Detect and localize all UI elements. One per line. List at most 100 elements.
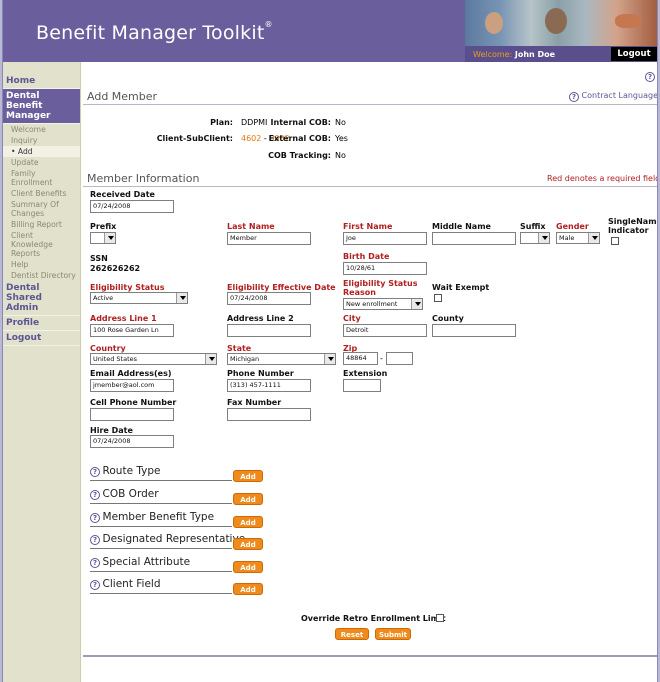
sidebar: Home Dental Benefit Manager Welcome Inqu… bbox=[3, 62, 81, 682]
chevron-down-icon bbox=[324, 354, 335, 364]
address-line-2-input[interactable] bbox=[227, 324, 311, 337]
sidebar-item-logout[interactable]: Logout bbox=[3, 331, 80, 346]
eligibility-effective-date-label: Eligibility Effective Date bbox=[227, 283, 336, 292]
sidebar-subitem-family-enrollment[interactable]: Family Enrollment bbox=[3, 168, 80, 188]
help-icon[interactable]: ? bbox=[90, 467, 100, 477]
fax-number-label: Fax Number bbox=[227, 398, 282, 407]
eligibility-status-select[interactable]: Active bbox=[90, 292, 188, 304]
sidebar-subitem-summary-of-changes[interactable]: Summary Of Changes bbox=[3, 199, 80, 219]
county-input[interactable] bbox=[432, 324, 516, 337]
external-cob-value: Yes bbox=[335, 134, 348, 143]
city-label: City bbox=[343, 314, 361, 323]
birth-date-label: Birth Date bbox=[343, 252, 390, 261]
help-icon[interactable]: ? bbox=[90, 580, 100, 590]
state-select[interactable]: Michigan bbox=[227, 353, 336, 365]
sidebar-subitem-add[interactable]: • Add bbox=[3, 146, 80, 157]
address-line-1-input[interactable]: 100 Rose Garden Ln bbox=[90, 324, 174, 337]
suffix-select[interactable] bbox=[520, 232, 550, 244]
app-header: Benefit Manager Toolkit® Welcome: John D… bbox=[3, 0, 657, 62]
birth-date-input[interactable]: 10/28/61 bbox=[343, 262, 427, 275]
eligibility-status-reason-select[interactable]: New enrollment bbox=[343, 298, 423, 310]
divider bbox=[83, 655, 657, 657]
prefix-select[interactable] bbox=[90, 232, 116, 244]
page-title: Add Member bbox=[87, 90, 158, 103]
special-attribute-section: ? Special Attribute bbox=[90, 556, 190, 568]
chevron-down-icon bbox=[205, 354, 216, 364]
add-client-field-button[interactable]: Add bbox=[233, 583, 263, 595]
prefix-label: Prefix bbox=[90, 222, 117, 231]
received-date-input[interactable]: 07/24/2008 bbox=[90, 200, 174, 213]
submit-button[interactable]: Submit bbox=[375, 628, 411, 640]
app-window: Benefit Manager Toolkit® Welcome: John D… bbox=[2, 0, 658, 682]
last-name-input[interactable]: Member bbox=[227, 232, 311, 245]
override-retro-enrollment-checkbox[interactable] bbox=[436, 614, 444, 622]
internal-cob-label: Internal COB: bbox=[270, 118, 331, 127]
help-icon[interactable]: ? bbox=[90, 513, 100, 523]
contract-language-link[interactable]: ? Contract Language bbox=[569, 91, 657, 102]
zip-input[interactable]: 48864 bbox=[343, 352, 378, 365]
help-icon[interactable]: ? bbox=[90, 490, 100, 500]
user-name: John Doe bbox=[514, 50, 556, 59]
add-special-attribute-button[interactable]: Add bbox=[233, 561, 263, 573]
sidebar-subitem-billing-report[interactable]: Billing Report bbox=[3, 219, 80, 230]
registered-mark: ® bbox=[264, 20, 273, 29]
county-label: County bbox=[432, 314, 464, 323]
middle-name-input[interactable] bbox=[432, 232, 516, 245]
sidebar-subitem-inquiry[interactable]: Inquiry bbox=[3, 135, 80, 146]
address-line-1-label: Address Line 1 bbox=[90, 314, 157, 323]
phone-number-label: Phone Number bbox=[227, 369, 294, 378]
member-info-title: Member Information bbox=[87, 172, 200, 185]
wait-exempt-checkbox[interactable] bbox=[434, 294, 442, 302]
zip-extension-input[interactable] bbox=[386, 352, 413, 365]
logout-button[interactable]: Logout bbox=[611, 47, 657, 61]
city-input[interactable]: Detroit bbox=[343, 324, 427, 337]
sidebar-subitem-client-knowledge-reports[interactable]: Client Knowledge Reports bbox=[3, 230, 80, 259]
sidebar-subitem-help[interactable]: Help bbox=[3, 259, 80, 270]
country-select[interactable]: United States bbox=[90, 353, 217, 365]
reset-button[interactable]: Reset bbox=[335, 628, 369, 640]
email-input[interactable]: jmember@aol.com bbox=[90, 379, 174, 392]
sidebar-subitem-welcome[interactable]: Welcome bbox=[3, 124, 80, 135]
help-icon[interactable]: ? bbox=[90, 535, 100, 545]
add-cob-order-button[interactable]: Add bbox=[233, 493, 263, 505]
required-field-note: Red denotes a required field bbox=[547, 174, 658, 183]
fax-number-input[interactable] bbox=[227, 408, 311, 421]
help-icon[interactable]: ? bbox=[90, 558, 100, 568]
single-name-indicator-checkbox[interactable] bbox=[611, 237, 619, 245]
sidebar-item-dental-shared-admin[interactable]: Dental Shared Admin bbox=[3, 281, 80, 316]
hire-date-input[interactable]: 07/24/2008 bbox=[90, 435, 174, 448]
add-route-type-button[interactable]: Add bbox=[233, 470, 263, 482]
phone-number-input[interactable]: (313) 457-1111 bbox=[227, 379, 311, 392]
chevron-down-icon bbox=[588, 233, 599, 243]
add-designated-representative-button[interactable]: Add bbox=[233, 538, 263, 550]
add-member-benefit-type-button[interactable]: Add bbox=[233, 516, 263, 528]
sidebar-subitem-dentist-directory[interactable]: Dentist Directory bbox=[3, 270, 80, 281]
email-label: Email Address(es) bbox=[90, 369, 172, 378]
cell-phone-input[interactable] bbox=[90, 408, 174, 421]
help-icon[interactable]: ? bbox=[645, 72, 655, 82]
sidebar-subitem-client-benefits[interactable]: Client Benefits bbox=[3, 188, 80, 199]
extension-input[interactable] bbox=[343, 379, 381, 392]
first-name-input[interactable]: Joe bbox=[343, 232, 427, 245]
client-subclient-label: Client-SubClient: bbox=[156, 134, 233, 143]
state-label: State bbox=[227, 344, 252, 353]
route-type-section: ? Route Type bbox=[90, 465, 160, 477]
eligibility-effective-date-input[interactable]: 07/24/2008 bbox=[227, 292, 311, 305]
chevron-down-icon bbox=[104, 233, 115, 243]
divider bbox=[90, 593, 232, 594]
sidebar-item-dental-benefit-manager[interactable]: Dental Benefit Manager bbox=[3, 89, 80, 124]
sidebar-item-profile[interactable]: Profile bbox=[3, 316, 80, 331]
gender-select[interactable]: Male bbox=[556, 232, 600, 244]
internal-cob-value: No bbox=[335, 118, 346, 127]
suffix-label: Suffix bbox=[520, 222, 546, 231]
sidebar-item-home[interactable]: Home bbox=[3, 74, 80, 89]
app-title: Benefit Manager Toolkit® bbox=[36, 20, 273, 44]
member-benefit-type-section: ? Member Benefit Type bbox=[90, 511, 214, 523]
divider bbox=[90, 480, 232, 481]
eligibility-status-label: Eligibility Status bbox=[90, 283, 165, 292]
designated-representative-section: ? Designated Representative bbox=[90, 533, 245, 545]
cob-order-section: ? COB Order bbox=[90, 488, 159, 500]
first-name-label: First Name bbox=[343, 222, 393, 231]
single-name-indicator-label: SingleName Indicator bbox=[608, 217, 658, 235]
sidebar-subitem-update[interactable]: Update bbox=[3, 157, 80, 168]
